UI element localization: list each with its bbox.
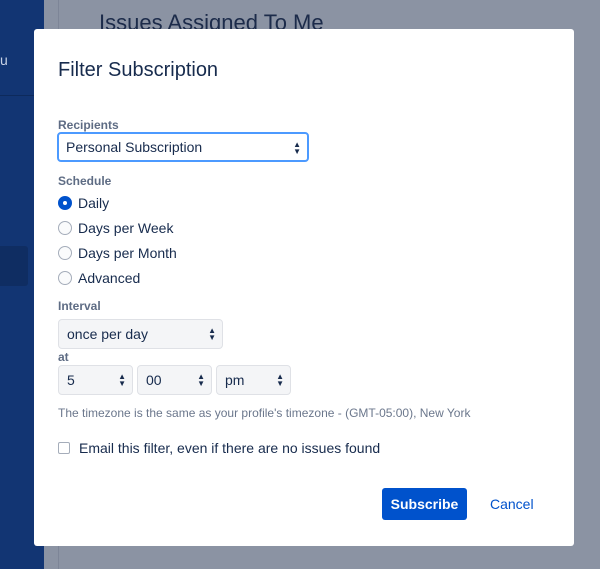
ampm-select[interactable]: pm ▲ ▼: [216, 365, 291, 395]
recipients-value: Personal Subscription: [66, 139, 203, 155]
select-arrows-icon: ▲ ▼: [118, 372, 126, 388]
sidebar-text: u: [0, 52, 8, 68]
subscribe-button[interactable]: Subscribe: [382, 488, 467, 520]
checkbox-label: Email this filter, even if there are no …: [79, 440, 381, 456]
interval-value: once per day: [67, 326, 148, 342]
select-arrows-icon: ▲ ▼: [208, 326, 216, 342]
sidebar-item-active[interactable]: [0, 246, 28, 286]
schedule-label: Schedule: [58, 174, 112, 188]
at-label: at: [58, 350, 69, 364]
email-empty-filter-option[interactable]: Email this filter, even if there are no …: [58, 440, 380, 456]
radio-label: Daily: [78, 195, 110, 211]
radio-label: Days per Week: [78, 220, 174, 236]
radio-advanced[interactable]: Advanced: [58, 270, 140, 286]
radio-selected-icon[interactable]: [58, 196, 72, 210]
hour-select[interactable]: 5 ▲ ▼: [58, 365, 133, 395]
interval-select[interactable]: once per day ▲ ▼: [58, 319, 223, 349]
minute-select[interactable]: 00 ▲ ▼: [137, 365, 212, 395]
radio-days-per-week[interactable]: Days per Week: [58, 220, 173, 236]
radio-icon[interactable]: [58, 221, 72, 235]
radio-daily[interactable]: Daily: [58, 195, 109, 211]
ampm-value: pm: [225, 372, 245, 388]
hour-value: 5: [67, 372, 75, 388]
recipients-select[interactable]: Personal Subscription ▲ ▼: [57, 132, 309, 162]
timezone-note: The timezone is the same as your profile…: [58, 406, 471, 420]
checkbox-icon[interactable]: [58, 442, 70, 454]
cancel-button[interactable]: Cancel: [484, 488, 540, 520]
radio-icon[interactable]: [58, 246, 72, 260]
radio-label: Days per Month: [78, 245, 177, 261]
radio-icon[interactable]: [58, 271, 72, 285]
select-arrows-icon: ▲ ▼: [293, 140, 301, 156]
interval-label: Interval: [58, 299, 101, 313]
radio-label: Advanced: [78, 270, 141, 286]
dialog-title: Filter Subscription: [58, 59, 219, 81]
recipients-label: Recipients: [58, 118, 119, 132]
select-arrows-icon: ▲ ▼: [276, 372, 284, 388]
radio-days-per-month[interactable]: Days per Month: [58, 245, 177, 261]
filter-subscription-dialog: Filter Subscription Recipients Personal …: [34, 29, 574, 546]
select-arrows-icon: ▲ ▼: [197, 372, 205, 388]
minute-value: 00: [146, 372, 162, 388]
